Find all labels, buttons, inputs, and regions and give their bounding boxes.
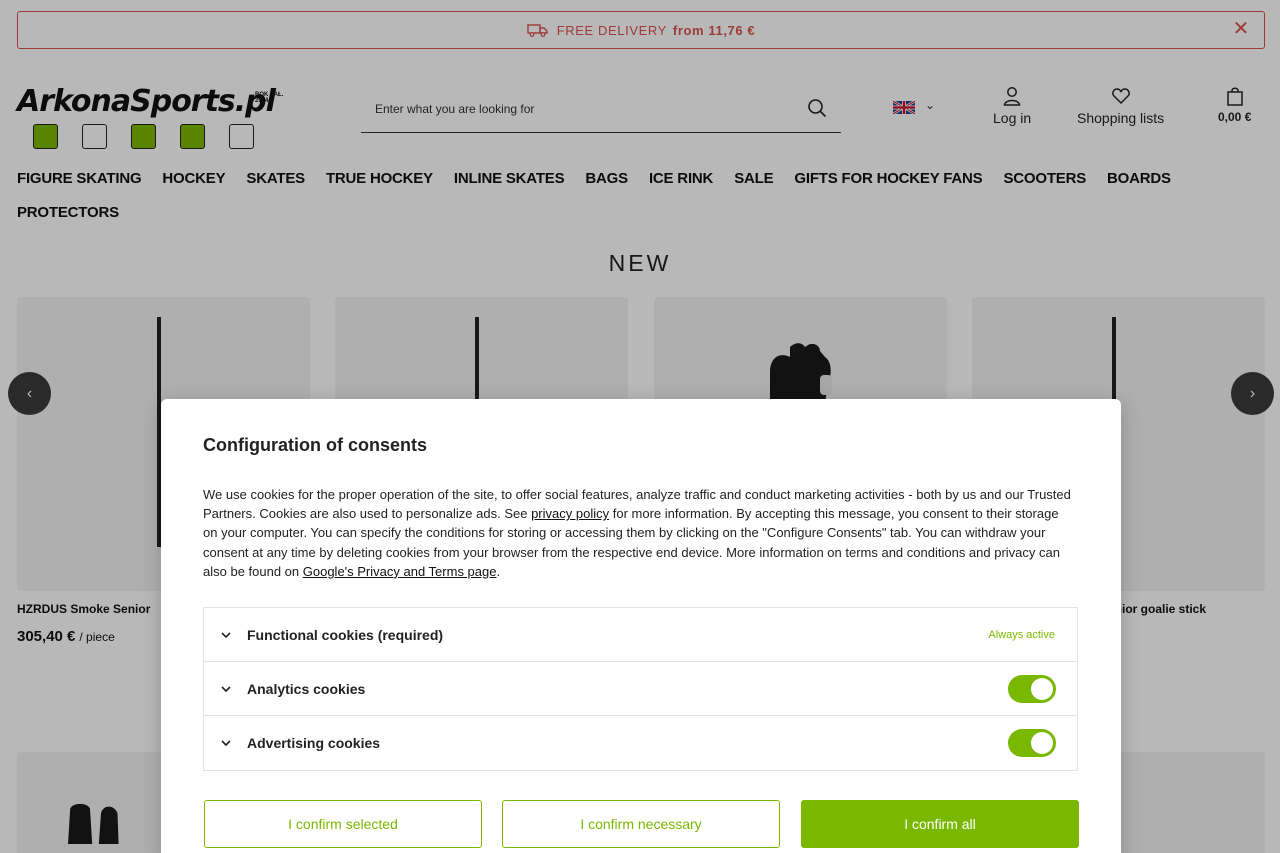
always-active-badge: Always active — [988, 628, 1055, 641]
confirm-selected-button[interactable]: I confirm selected — [204, 800, 482, 848]
consent-label: Functional cookies (required) — [247, 626, 444, 643]
chevron-down-icon — [221, 685, 231, 692]
modal-title: Configuration of consents — [203, 435, 427, 455]
consent-list: Functional cookies (required) Always act… — [203, 607, 1078, 771]
chevron-down-icon — [221, 740, 231, 747]
consent-functional[interactable]: Functional cookies (required) Always act… — [204, 608, 1077, 662]
privacy-policy-link[interactable]: privacy policy — [531, 506, 609, 521]
consent-analytics[interactable]: Analytics cookies — [204, 662, 1077, 716]
consent-label: Advertising cookies — [247, 735, 381, 751]
consent-advertising[interactable]: Advertising cookies — [204, 716, 1077, 770]
analytics-toggle[interactable] — [1008, 674, 1056, 703]
consent-modal: Configuration of consents We use cookies… — [161, 399, 1121, 853]
advertising-toggle[interactable] — [1008, 729, 1056, 757]
google-privacy-link[interactable]: Google's Privacy and Terms page — [303, 564, 497, 579]
consent-label: Analytics cookies — [247, 680, 366, 697]
modal-description: We use cookies for the proper operation … — [203, 485, 1073, 581]
confirm-necessary-button[interactable]: I confirm necessary — [502, 800, 780, 848]
chevron-down-icon — [221, 631, 231, 638]
desc-part: . — [496, 563, 501, 579]
confirm-all-button[interactable]: I confirm all — [801, 800, 1079, 848]
